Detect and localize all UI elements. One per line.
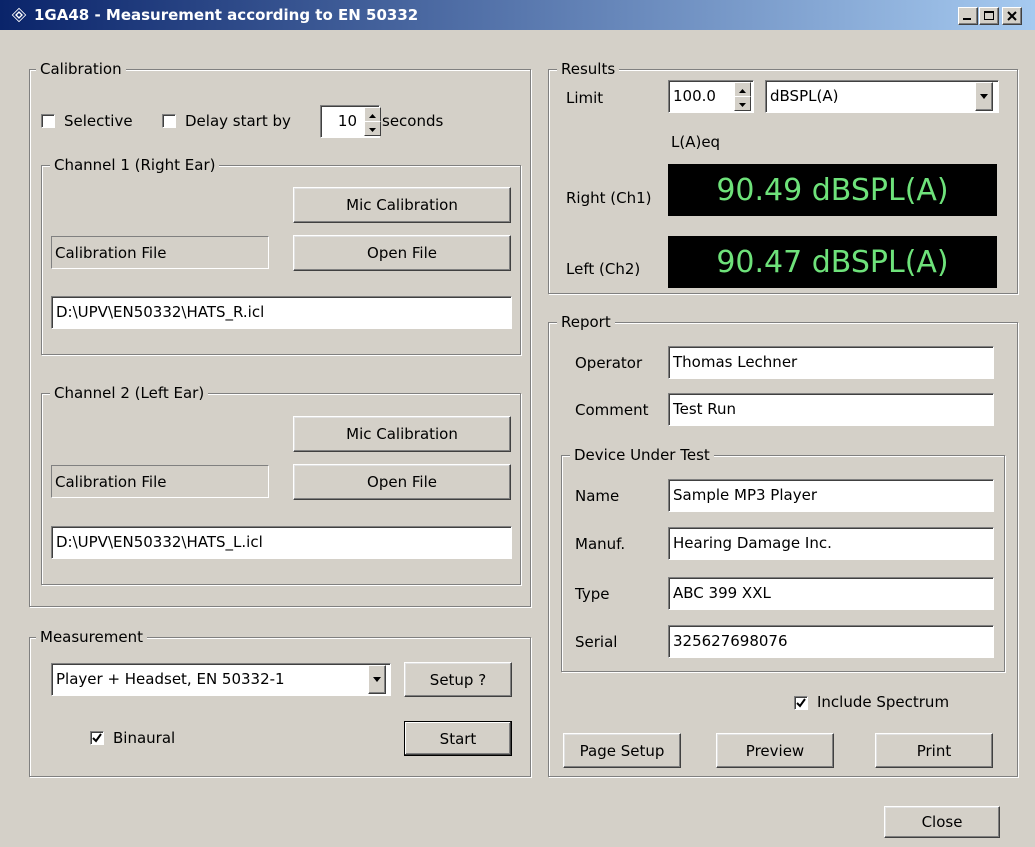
serial-label: Serial — [575, 633, 618, 651]
type-label: Type — [575, 585, 610, 603]
ch2-calibration-path-input[interactable]: D:\UPV\EN50332\HATS_L.icl — [51, 526, 512, 559]
spin-up-icon[interactable] — [734, 82, 751, 97]
preview-button[interactable]: Preview — [716, 733, 834, 768]
manufacturer-label: Manuf. — [575, 535, 626, 553]
spin-down-icon[interactable] — [734, 96, 751, 111]
checkmark-icon — [796, 698, 806, 708]
close-button[interactable]: Close — [884, 806, 1000, 838]
maximize-icon — [984, 11, 994, 20]
measurement-mode-select[interactable]: Player + Headset, EN 50332-1 — [51, 663, 391, 696]
limit-spinner[interactable] — [734, 82, 751, 111]
operator-label: Operator — [575, 354, 643, 372]
binaural-label: Binaural — [113, 729, 176, 747]
close-window-button[interactable] — [1002, 7, 1022, 25]
chevron-down-icon[interactable] — [368, 665, 386, 694]
unit-select[interactable]: dBSPL(A) — [765, 80, 999, 113]
delay-seconds-spinner[interactable] — [364, 107, 381, 136]
channel1-legend: Channel 1 (Right Ear) — [50, 156, 220, 174]
minimize-button[interactable] — [958, 7, 978, 25]
ch2-calibration-file-label: Calibration File — [51, 465, 269, 498]
calibration-legend: Calibration — [36, 60, 126, 78]
limit-label: Limit — [566, 89, 604, 107]
measurement-legend: Measurement — [36, 628, 147, 646]
ch1-calibration-file-label: Calibration File — [51, 236, 269, 269]
dut-type-input[interactable]: ABC 399 XXL — [668, 577, 994, 610]
operator-input[interactable]: Thomas Lechner — [668, 346, 994, 379]
binaural-checkbox[interactable] — [90, 731, 104, 745]
ch2-open-file-button[interactable]: Open File — [293, 464, 511, 500]
start-button[interactable]: Start — [404, 721, 512, 756]
dut-manufacturer-input[interactable]: Hearing Damage Inc. — [668, 527, 994, 560]
channel2-legend: Channel 2 (Left Ear) — [50, 384, 209, 402]
ch1-mic-calibration-button[interactable]: Mic Calibration — [293, 187, 511, 223]
right-level-display: 90.49 dBSPL(A) — [668, 164, 997, 216]
chevron-down-icon[interactable] — [975, 82, 993, 111]
seconds-label: seconds — [382, 112, 444, 130]
include-spectrum-checkbox[interactable] — [794, 696, 808, 710]
spin-up-icon[interactable] — [364, 107, 381, 122]
ch1-calibration-path-input[interactable]: D:\UPV\EN50332\HATS_R.icl — [51, 296, 512, 329]
name-label: Name — [575, 487, 620, 505]
leq-label: L(A)eq — [671, 133, 721, 151]
left-channel-label: Left (Ch2) — [566, 260, 641, 278]
comment-input[interactable]: Test Run — [668, 393, 994, 426]
print-button[interactable]: Print — [875, 733, 993, 768]
page-setup-button[interactable]: Page Setup — [563, 733, 681, 768]
report-legend: Report — [557, 313, 615, 331]
maximize-button[interactable] — [979, 7, 999, 25]
results-legend: Results — [557, 60, 620, 78]
ch1-open-file-button[interactable]: Open File — [293, 235, 511, 271]
dut-legend: Device Under Test — [570, 446, 714, 464]
comment-label: Comment — [575, 401, 649, 419]
checkmark-icon — [92, 733, 102, 743]
setup-button[interactable]: Setup ? — [404, 662, 512, 697]
rs-diamond-icon[interactable] — [10, 6, 28, 24]
include-spectrum-label: Include Spectrum — [817, 693, 950, 711]
spin-down-icon[interactable] — [364, 121, 381, 136]
right-channel-label: Right (Ch1) — [566, 189, 652, 207]
ch2-mic-calibration-button[interactable]: Mic Calibration — [293, 416, 511, 452]
window-title: 1GA48 - Measurement according to EN 5033… — [34, 6, 419, 24]
delay-start-checkbox[interactable] — [162, 114, 176, 128]
left-level-display: 90.47 dBSPL(A) — [668, 236, 997, 288]
dut-serial-input[interactable]: 325627698076 — [668, 625, 994, 658]
dut-name-input[interactable]: Sample MP3 Player — [668, 479, 994, 512]
delay-start-label: Delay start by — [185, 112, 291, 130]
selective-checkbox[interactable] — [41, 114, 55, 128]
selective-label: Selective — [64, 112, 133, 130]
measurement-group — [29, 637, 531, 777]
minimize-icon — [963, 18, 971, 20]
close-icon — [1007, 11, 1017, 21]
